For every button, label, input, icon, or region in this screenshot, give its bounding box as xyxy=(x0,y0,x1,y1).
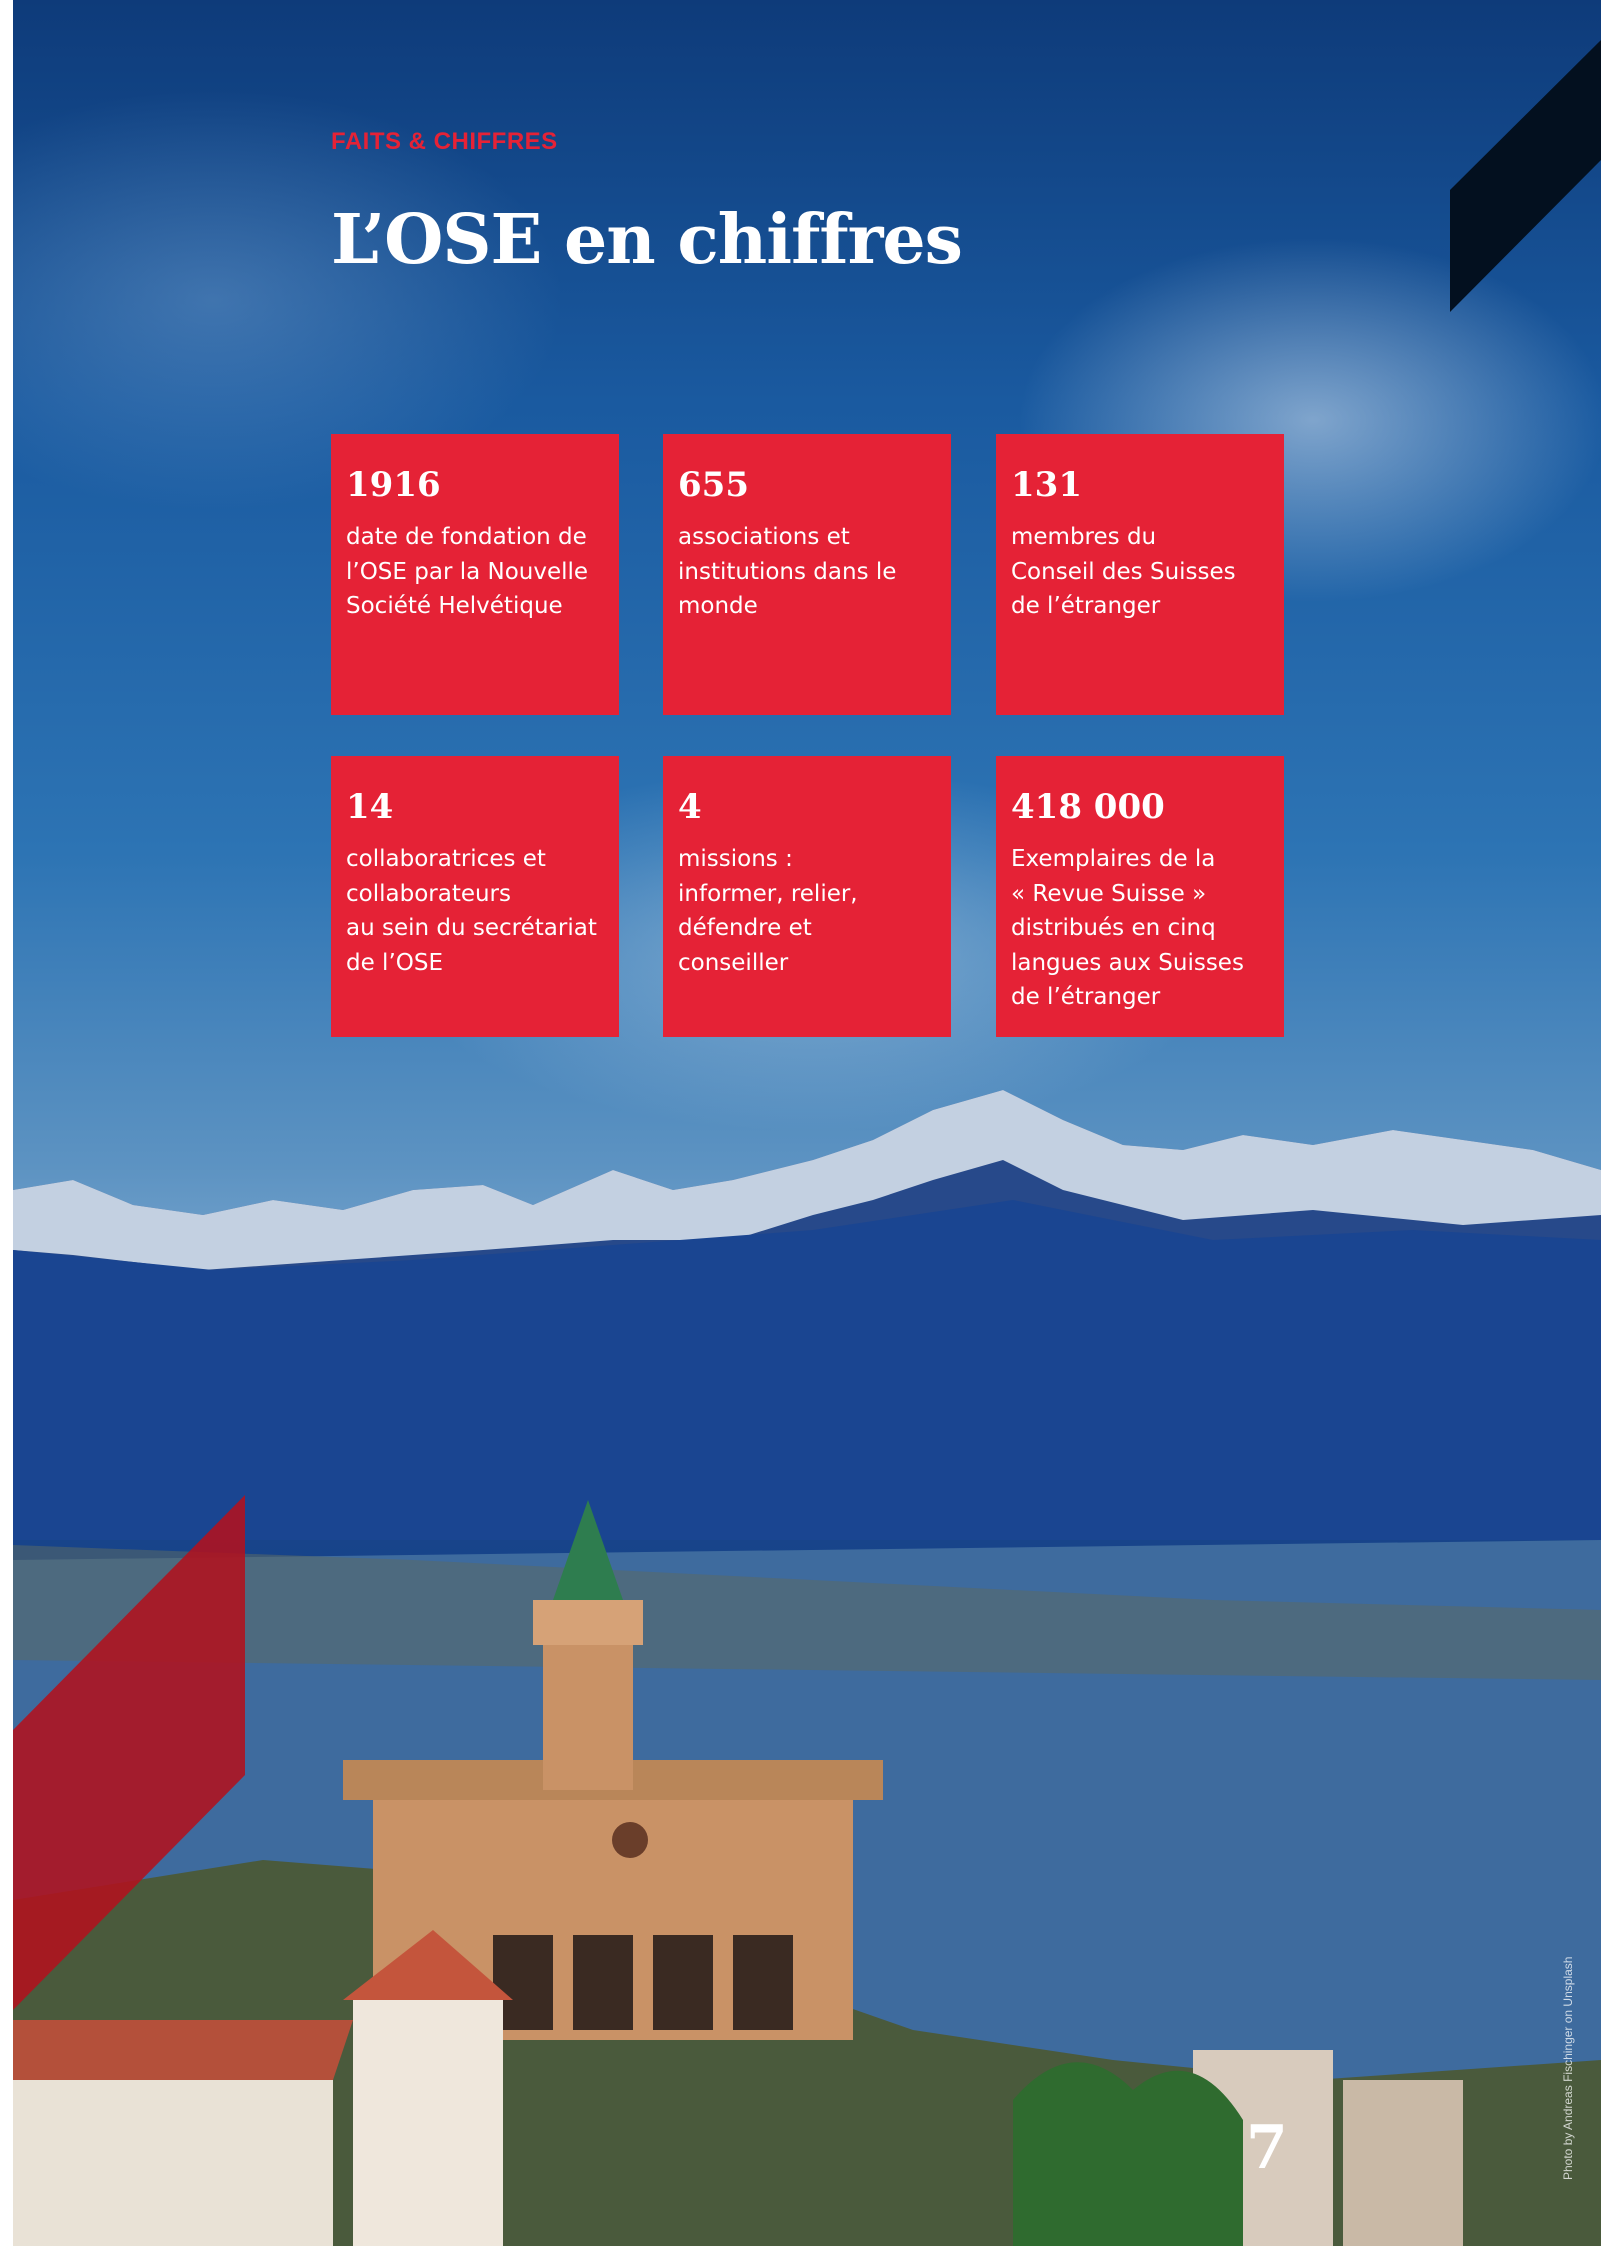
fact-number: 418 000 xyxy=(1011,787,1165,827)
fact-number: 4 xyxy=(678,787,702,827)
fact-number: 131 xyxy=(1011,465,1082,505)
fact-card: 131 membres du Conseil des Suisses de l’… xyxy=(996,434,1284,715)
fact-number: 14 xyxy=(346,787,394,827)
page-title: L’OSE en chiffres xyxy=(331,200,963,280)
fact-card: 418 000 Exemplaires de la « Revue Suisse… xyxy=(996,756,1284,1037)
fact-number: 1916 xyxy=(346,465,441,505)
page-background-photo: FAITS & CHIFFRES L’OSE en chiffres 1916 … xyxy=(13,0,1601,2246)
fact-description: missions : informer, relier, défendre et… xyxy=(678,846,858,976)
fact-description: associations et institutions dans le mon… xyxy=(678,524,897,619)
fact-description: collaboratrices et collaborateurs au sei… xyxy=(346,846,597,976)
house xyxy=(353,2000,503,2246)
landscape-illustration xyxy=(13,40,1601,2246)
house xyxy=(1343,2080,1463,2246)
fact-card: 655 associations et institutions dans le… xyxy=(663,434,951,715)
fact-number: 655 xyxy=(678,465,749,505)
section-kicker: FAITS & CHIFFRES xyxy=(331,128,558,155)
roof xyxy=(13,2020,353,2080)
facts-grid: 1916 date de fondation de l’OSE par la N… xyxy=(331,434,1297,1038)
photo-credit: Photo by Andreas Fischinger on Unsplash xyxy=(1561,1956,1575,2180)
dark-accent-band xyxy=(1450,40,1601,312)
fact-card: 14 collaboratrices et collaborateurs au … xyxy=(331,756,619,1037)
fact-card: 4 missions : informer, relier, défendre … xyxy=(663,756,951,1037)
fact-card: 1916 date de fondation de l’OSE par la N… xyxy=(331,434,619,715)
fact-description: membres du Conseil des Suisses de l’étra… xyxy=(1011,524,1236,619)
fact-description: date de fondation de l’OSE par la Nouvel… xyxy=(346,524,589,619)
trees xyxy=(1013,2062,1243,2246)
page-number: 7 xyxy=(1246,2113,1288,2183)
fact-description: Exemplaires de la « Revue Suisse » distr… xyxy=(1011,846,1244,1010)
